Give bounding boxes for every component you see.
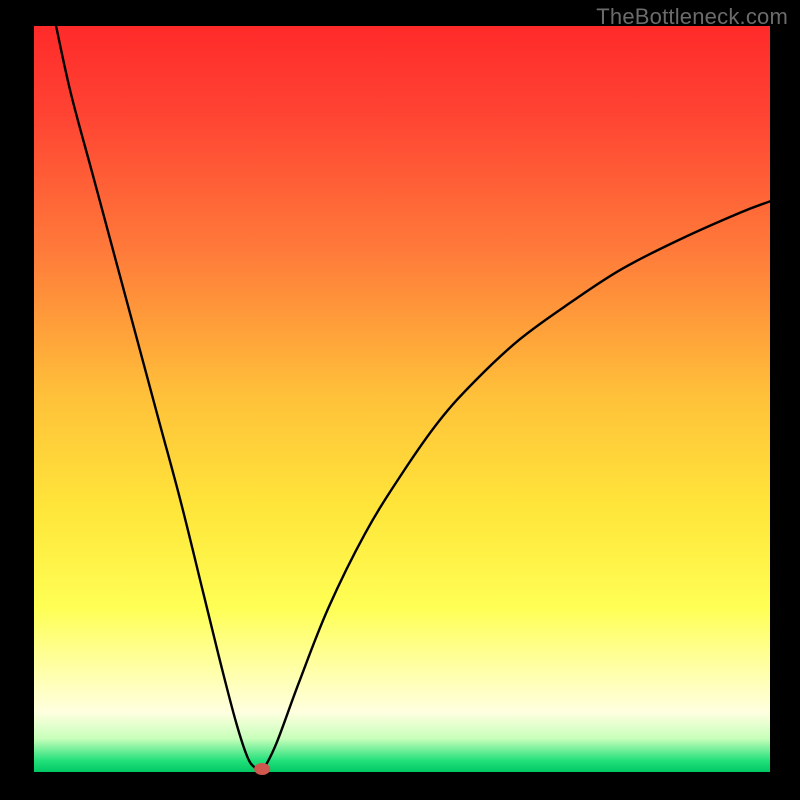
plot-background — [34, 26, 770, 772]
bottleneck-chart — [0, 0, 800, 800]
watermark-text: TheBottleneck.com — [596, 4, 788, 30]
optimum-marker — [254, 763, 270, 775]
chart-frame: TheBottleneck.com — [0, 0, 800, 800]
